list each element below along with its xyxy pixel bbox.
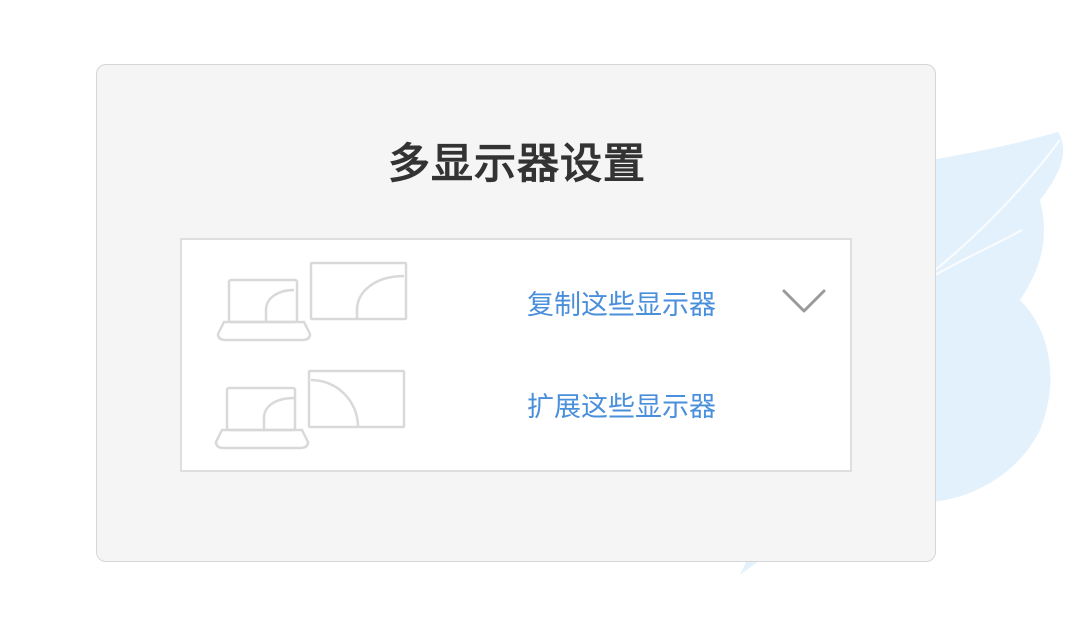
screen: 多显示器设置 复制这些显示器 扩展这些显示器 <box>0 0 1066 636</box>
extend-displays-icon <box>214 369 406 450</box>
duplicate-displays-icon <box>216 261 408 342</box>
chevron-down-icon[interactable] <box>781 286 827 316</box>
option-extend-displays[interactable]: 扩展这些显示器 <box>527 385 716 424</box>
option-duplicate-displays[interactable]: 复制这些显示器 <box>527 283 716 322</box>
dialog-title: 多显示器设置 <box>387 139 646 188</box>
